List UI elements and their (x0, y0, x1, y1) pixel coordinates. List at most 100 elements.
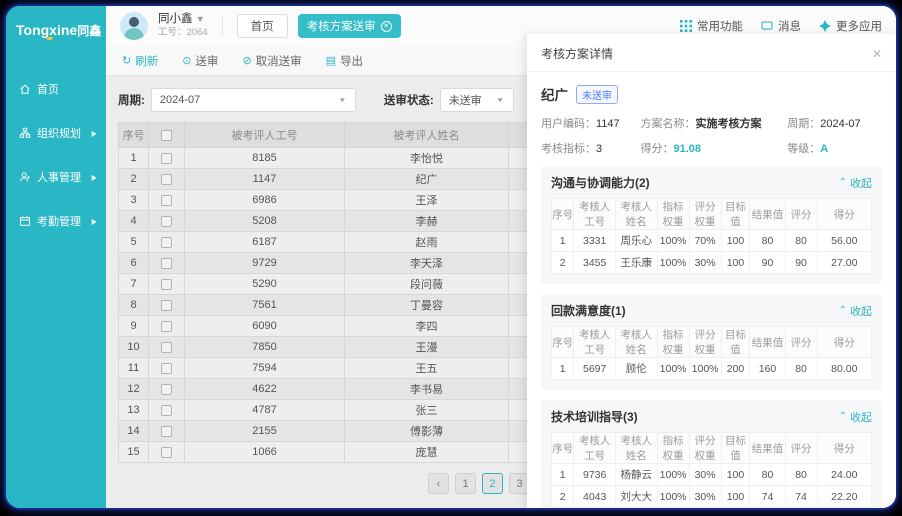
quick-actions-button[interactable]: 常用功能 (680, 18, 743, 34)
tab-assessment-submit[interactable]: 考核方案送审 ✕ (298, 14, 401, 38)
cell-checkbox (149, 253, 185, 274)
export-button[interactable]: ▤导出 (326, 53, 363, 69)
table-cell: 7561 (185, 295, 345, 316)
period-label: 周期: (118, 92, 145, 108)
section-col-header: 评分 (785, 327, 817, 358)
cancel-submit-button[interactable]: ⊘取消送审 (242, 53, 301, 69)
section-cell: 2 (552, 486, 574, 508)
table-cell: 王五 (345, 358, 509, 379)
divider (222, 17, 223, 35)
section-cell: 80 (785, 464, 817, 486)
section-col-header: 序号 (552, 199, 574, 230)
row-checkbox[interactable] (161, 279, 172, 290)
status-label: 送审状态: (384, 92, 434, 108)
section-row: 33358胡小小100%40%100939337.20 (552, 508, 872, 509)
row-checkbox[interactable] (161, 426, 172, 437)
cell-checkbox (149, 169, 185, 190)
collapse-label: 收起 (850, 303, 872, 319)
close-icon[interactable]: ✕ (381, 21, 392, 32)
section-cell: 2 (552, 252, 574, 274)
tab-home[interactable]: 首页 (237, 14, 288, 38)
section-cell: 5697 (574, 358, 616, 380)
section-col-header: 得分 (817, 327, 871, 358)
table-cell: 7594 (185, 358, 345, 379)
logo-text-cn: 同鑫 (77, 24, 101, 38)
topbar-actions: 常用功能 消息 更多应用 (680, 18, 882, 34)
sidebar-item-home[interactable]: 首页 (6, 79, 106, 99)
section-col-header: 目标值 (721, 327, 750, 358)
sidebar-item-hr[interactable]: 人事管理 ▶ (6, 167, 106, 187)
row-checkbox[interactable] (161, 258, 172, 269)
table-cell: 6 (119, 253, 149, 274)
refresh-button[interactable]: ↻刷新 (122, 53, 158, 69)
table-cell: 9 (119, 316, 149, 337)
table-cell: 1147 (185, 169, 345, 190)
table-cell: 1 (119, 148, 149, 169)
section-cell: 100% (657, 252, 689, 274)
section-cell: 30% (689, 252, 721, 274)
section-cell: 74 (785, 486, 817, 508)
drawer-titlebar: 考核方案详情 ✕ (527, 34, 896, 72)
collapse-button[interactable]: ⌃收起 (839, 175, 872, 191)
section-col-header: 评分 (785, 199, 817, 230)
period-select[interactable]: 2024-07▼ (151, 88, 356, 112)
page-button-1[interactable]: 1 (455, 473, 476, 494)
close-icon[interactable]: ✕ (872, 47, 882, 61)
status-value: 未送审 (449, 92, 482, 108)
sidebar-item-label: 考勤管理 (37, 213, 81, 229)
table-cell: 11 (119, 358, 149, 379)
row-checkbox[interactable] (161, 195, 172, 206)
info-label: 考核指标： (541, 143, 596, 155)
section-cell: 杨静云 (615, 464, 657, 486)
info-item: 得分：91.08 (640, 140, 787, 156)
status-select[interactable]: 未送审 ▼ (440, 88, 514, 112)
section-header-row: 序号考核人工号考核人姓名指标权重评分权重目标值结果值评分得分 (552, 199, 872, 230)
row-checkbox[interactable] (161, 342, 172, 353)
collapse-button[interactable]: ⌃收起 (839, 409, 872, 425)
cell-checkbox (149, 400, 185, 421)
section-col-header: 考核人姓名 (615, 327, 657, 358)
org-icon (19, 127, 31, 139)
section-cell: 3 (552, 508, 574, 509)
row-checkbox[interactable] (161, 363, 172, 374)
info-item: 方案名称：实施考核方案 (640, 115, 787, 131)
messages-button[interactable]: 消息 (761, 18, 801, 34)
row-checkbox[interactable] (161, 216, 172, 227)
submit-button[interactable]: ⊙送审 (182, 53, 218, 69)
cancel-submit-label: 取消送审 (256, 53, 302, 69)
row-checkbox[interactable] (161, 237, 172, 248)
collapse-label: 收起 (850, 175, 872, 191)
drawer-body: 纪广 未送审 用户编码：1147方案名称：实施考核方案周期：2024-07考核指… (527, 72, 896, 508)
row-checkbox[interactable] (161, 405, 172, 416)
user-info[interactable]: 同小鑫 ▼ 工号：2064 (158, 13, 208, 38)
cell-checkbox (149, 379, 185, 400)
period-value: 2024-07 (160, 94, 200, 106)
chevron-down-icon: ▼ (496, 97, 505, 104)
select-all-checkbox[interactable] (161, 130, 172, 141)
info-value: 3 (596, 143, 602, 155)
prev-page-button[interactable]: ‹ (428, 473, 449, 494)
section-col-header: 指标权重 (657, 433, 689, 464)
section-cell: 30% (689, 464, 721, 486)
row-checkbox[interactable] (161, 384, 172, 395)
page-button-2[interactable]: 2 (482, 473, 503, 494)
section-col-header: 考核人工号 (574, 327, 616, 358)
calendar-icon (19, 215, 31, 227)
row-checkbox[interactable] (161, 300, 172, 311)
row-checkbox[interactable] (161, 174, 172, 185)
sidebar-item-attendance[interactable]: 考勤管理 ▶ (6, 211, 106, 231)
status-filter: 送审状态: 未送审 ▼ (384, 88, 514, 112)
quick-actions-label: 常用功能 (697, 18, 743, 34)
sidebar-item-org[interactable]: 组织规划 ▶ (6, 123, 106, 143)
collapse-button[interactable]: ⌃收起 (839, 303, 872, 319)
user-avatar[interactable] (120, 12, 148, 40)
row-checkbox[interactable] (161, 153, 172, 164)
cell-checkbox (149, 295, 185, 316)
table-cell: 8185 (185, 148, 345, 169)
cell-checkbox (149, 190, 185, 211)
row-checkbox[interactable] (161, 321, 172, 332)
more-apps-button[interactable]: 更多应用 (819, 18, 882, 34)
row-checkbox[interactable] (161, 447, 172, 458)
section-cell: 100% (689, 358, 721, 380)
section-col-header: 考核人姓名 (615, 199, 657, 230)
